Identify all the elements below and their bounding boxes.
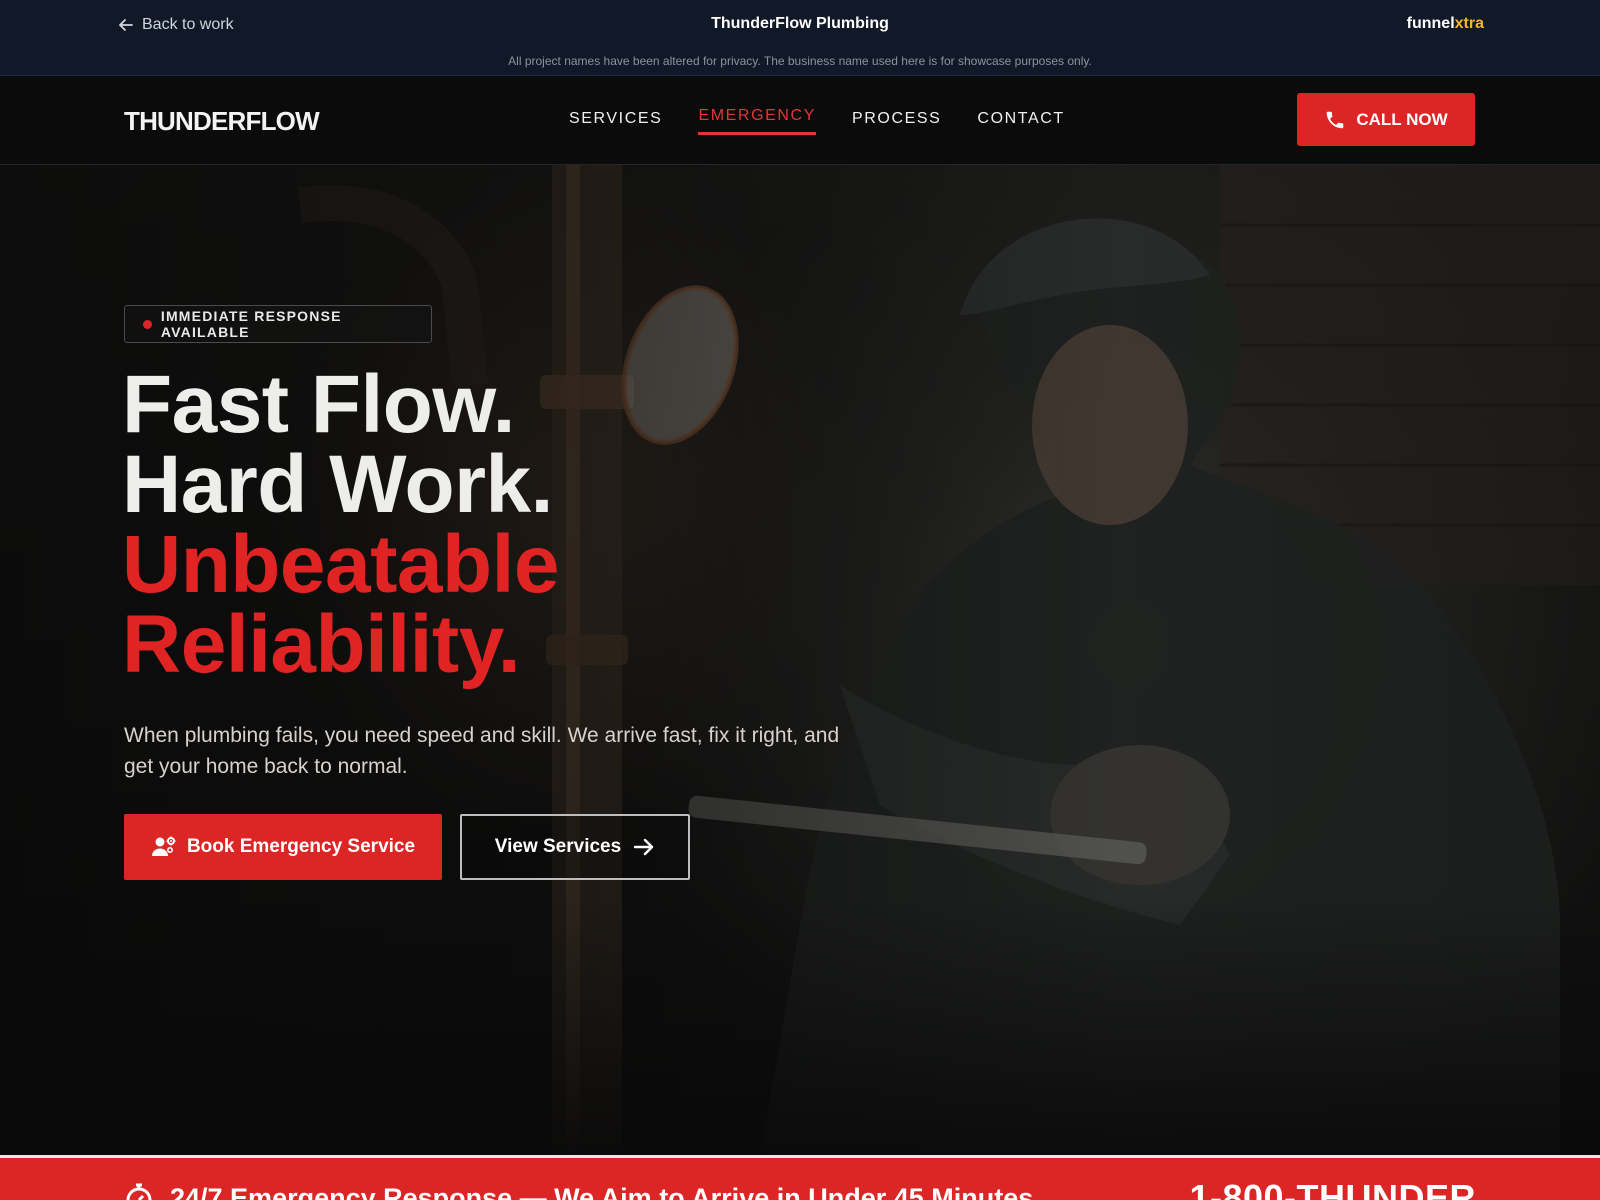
status-dot-icon	[143, 319, 152, 329]
nav-link-contact[interactable]: CONTACT	[977, 110, 1064, 138]
headline-line-1: Fast Flow.	[122, 359, 515, 450]
emergency-strip: 24/7 Emergency Response — We Aim to Arri…	[0, 1155, 1600, 1200]
funnelxtra-logo[interactable]: funnelxtra	[1407, 15, 1484, 33]
hero-headline: Fast Flow. Hard Work. Unbeatable Reliabi…	[122, 359, 560, 690]
brand-primary: funnel	[1406, 15, 1455, 32]
nav-link-emergency[interactable]: EMERGENCY	[698, 107, 816, 135]
view-services-label: View Services	[494, 836, 622, 857]
headline-line-2: Hard Work.	[122, 439, 553, 530]
nav-link-services[interactable]: SERVICES	[569, 110, 662, 138]
arrow-right-icon	[634, 838, 654, 856]
user-gear-icon	[151, 836, 176, 856]
hero-subtext: When plumbing fails, you need speed and …	[124, 724, 840, 778]
response-badge: IMMEDIATE RESPONSE AVAILABLE	[124, 305, 432, 343]
nav-links: SERVICES EMERGENCY PROCESS CONTACT	[569, 107, 1065, 138]
nav-link-process[interactable]: PROCESS	[852, 110, 941, 138]
call-now-button[interactable]: CALL NOW	[1297, 93, 1475, 146]
showcase-bar: Back to work ThunderFlow Plumbing funnel…	[0, 0, 1600, 76]
headline-line-4: Reliability.	[122, 599, 521, 690]
call-now-label: CALL NOW	[1356, 109, 1448, 129]
privacy-note: All project names have been altered for …	[508, 54, 1092, 68]
view-services-button[interactable]: View Services	[460, 814, 690, 880]
emergency-strip-text: 24/7 Emergency Response — We Aim to Arri…	[170, 1183, 1034, 1200]
showcase-title: ThunderFlow Plumbing	[711, 15, 889, 32]
main-nav: THUNDERFLOW SERVICES EMERGENCY PROCESS C…	[0, 76, 1600, 165]
phone-icon	[1327, 111, 1344, 128]
stopwatch-icon	[126, 1183, 152, 1200]
site-logo[interactable]: THUNDERFLOW	[124, 106, 320, 137]
brand-accent: xtra	[1454, 15, 1484, 32]
response-badge-label: IMMEDIATE RESPONSE AVAILABLE	[160, 308, 342, 340]
emergency-phone-number[interactable]: 1-800-THUNDER	[1189, 1177, 1476, 1200]
hero-section: IMMEDIATE RESPONSE AVAILABLE Fast Flow. …	[0, 165, 1600, 1157]
hero-bottom-fade	[0, 897, 1600, 1157]
book-emergency-service-label: Book Emergency Service	[186, 836, 416, 857]
headline-line-3: Unbeatable	[122, 519, 560, 610]
book-emergency-service-button[interactable]: Book Emergency Service	[124, 814, 442, 880]
